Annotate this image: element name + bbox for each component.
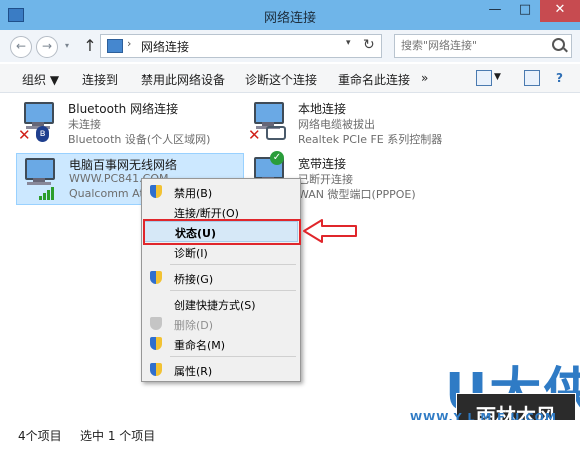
network-cable-icon (266, 126, 286, 140)
command-bar: 组织 ▼ 连接到 禁用此网络设备 诊断这个连接 重命名此连接 » ▼ ? (0, 64, 580, 93)
menu-item-label: 桥接(G) (174, 273, 214, 286)
refresh-icon[interactable]: ↻ (363, 37, 375, 53)
uac-shield-icon (150, 185, 162, 198)
disconnected-x-icon: ✕ (248, 126, 261, 144)
menu-item-rename[interactable]: 重命名(M) (144, 334, 298, 354)
rename-button[interactable]: 重命名此连接 (338, 71, 410, 88)
forward-button[interactable]: → (36, 36, 58, 58)
menu-item-label: 禁用(B) (174, 187, 213, 200)
menu-item-create-shortcut[interactable]: 创建快捷方式(S) (144, 294, 298, 314)
selected-count: 选中 1 个项目 (80, 429, 156, 443)
menu-item-label: 诊断(I) (174, 247, 208, 260)
menu-item-properties[interactable]: 属性(R) (144, 360, 298, 380)
address-row: ← → ▾ ↑ › 网络连接 ▾ ↻ (0, 30, 580, 62)
connection-status: 网络电缆被拔出 (298, 118, 375, 131)
breadcrumb-network-connections[interactable]: 网络连接 (141, 38, 189, 55)
network-icon (107, 39, 123, 53)
preview-pane-icon[interactable] (524, 70, 540, 86)
address-bar[interactable]: › 网络连接 ▾ ↻ (100, 34, 382, 58)
item-count: 4个项目 (18, 429, 62, 443)
connection-status: 未连接 (68, 118, 101, 131)
highlight-box (143, 219, 301, 245)
status-bar: 4个项目 选中 1 个项目 (0, 420, 580, 450)
connection-status: 已断开连接 (298, 173, 353, 186)
menu-separator (170, 356, 296, 357)
uac-shield-icon (150, 363, 162, 376)
view-dropdown-icon[interactable]: ▼ (494, 72, 501, 82)
search-input[interactable] (395, 35, 557, 55)
menu-item-label: 删除(D) (174, 319, 214, 332)
up-button[interactable]: ↑ (80, 36, 100, 56)
minimize-button[interactable]: — (480, 0, 510, 22)
connection-device: WAN 微型端口(PPPOE) (298, 188, 416, 201)
menu-separator (170, 290, 296, 291)
connection-device: Bluetooth 设备(个人区域网) (68, 133, 211, 146)
address-dropdown-icon[interactable]: ▾ (346, 38, 351, 48)
back-button[interactable]: ← (10, 36, 32, 58)
bluetooth-icon: ʙ (36, 126, 49, 142)
disconnected-x-icon: ✕ (18, 126, 31, 144)
signal-strength-icon (39, 186, 55, 200)
computer-icon (21, 158, 55, 186)
connection-name: 本地连接 (298, 102, 347, 116)
menu-item-disable[interactable]: 禁用(B) (144, 182, 298, 202)
diagnose-button[interactable]: 诊断这个连接 (245, 71, 317, 88)
connection-device: Qualcomm At (69, 187, 144, 200)
connection-device: Realtek PCIe FE 系列控制器 (298, 133, 443, 146)
checkmark-icon: ✓ (270, 151, 284, 165)
menu-separator (170, 264, 296, 265)
connection-item-local[interactable]: ✕ 本地连接 网络电缆被拔出 Realtek PCIe FE 系列控制器 (246, 98, 466, 148)
change-view-icon[interactable] (476, 70, 492, 86)
menu-item-diagnose[interactable]: 诊断(I) (144, 242, 298, 262)
pointer-arrow-icon (303, 219, 357, 243)
menu-item-label: 创建快捷方式(S) (174, 299, 256, 312)
recent-locations-button[interactable]: ▾ (62, 41, 72, 51)
menu-item-delete: 删除(D) (144, 314, 298, 334)
context-menu: 禁用(B) 连接/断开(O) 状态(U) 诊断(I) 桥接(G) 创建快捷方式(… (141, 178, 301, 382)
breadcrumb-separator-icon[interactable]: › (127, 37, 131, 50)
close-button[interactable]: ✕ (540, 0, 580, 22)
more-commands-button[interactable]: » (421, 71, 428, 85)
search-box[interactable] (394, 34, 572, 58)
title-bar: 网络连接 — □ ✕ (0, 0, 580, 30)
connect-to-button[interactable]: 连接到 (82, 71, 118, 88)
disable-device-button[interactable]: 禁用此网络设备 (141, 71, 225, 88)
connection-name: 宽带连接 (298, 157, 347, 171)
uac-shield-icon (150, 337, 162, 350)
maximize-button[interactable]: □ (510, 0, 540, 22)
connection-name: Bluetooth 网络连接 (68, 102, 179, 116)
connection-item-bluetooth[interactable]: ✕ ʙ Bluetooth 网络连接 未连接 Bluetooth 设备(个人区域… (16, 98, 236, 148)
menu-item-label: 重命名(M) (174, 339, 226, 352)
connection-name: 电脑百事网无线网络 (69, 158, 178, 172)
uac-shield-icon (150, 271, 162, 284)
organize-menu[interactable]: 组织 ▼ (22, 71, 59, 88)
search-icon[interactable] (552, 38, 565, 51)
uac-shield-icon (150, 317, 162, 330)
menu-item-label: 属性(R) (174, 365, 213, 378)
help-icon[interactable]: ? (556, 71, 563, 85)
menu-item-bridge[interactable]: 桥接(G) (144, 268, 298, 288)
